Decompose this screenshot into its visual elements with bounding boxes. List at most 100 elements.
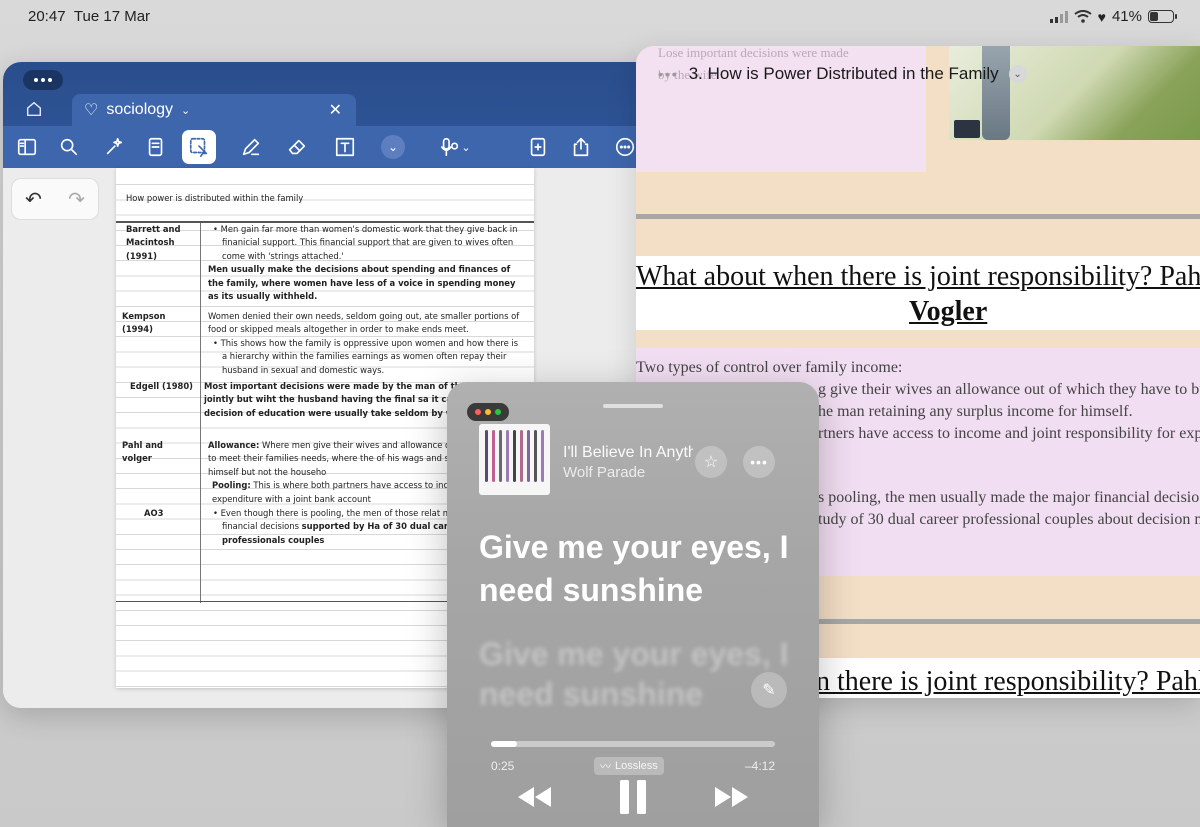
page-title: How power is distributed within the fami…	[126, 193, 304, 203]
chevron-down-icon: ⌄	[461, 141, 471, 154]
progress-fill	[491, 741, 517, 747]
clock-time: 20:47	[28, 8, 66, 25]
heading-text: What about when there is joint responsib…	[636, 261, 1200, 292]
heart-icon: ♥	[1097, 8, 1106, 25]
window-menu-icon[interactable]: •••	[658, 66, 679, 82]
note-label: Pooling:	[212, 480, 251, 491]
pen-tool-button[interactable]	[235, 132, 267, 162]
lossless-badge: 〰 Lossless	[594, 757, 664, 775]
music-player: I'll Believe In Anything Wolf Parade ☆ •…	[447, 382, 819, 827]
ai-assist-button[interactable]	[98, 132, 130, 162]
section-heading: n there is joint responsibility? Pahl	[816, 666, 1200, 697]
eraser-tool-button[interactable]	[281, 132, 313, 162]
window-controls[interactable]	[467, 403, 509, 421]
section-divider	[636, 214, 1200, 219]
pause-icon	[620, 780, 646, 814]
table-divider	[200, 223, 201, 603]
home-button[interactable]	[25, 100, 43, 123]
cellular-signal-icon	[1049, 10, 1068, 23]
tab-sociology[interactable]: ♡ sociology ⌄ ✕	[72, 94, 356, 126]
briefcase-icon	[954, 120, 980, 138]
clock-date: Tue 17 Mar	[73, 8, 151, 25]
text-box-icon	[335, 137, 355, 157]
favorite-button[interactable]: ☆	[695, 446, 727, 478]
previous-track-button[interactable]	[517, 782, 553, 812]
close-window-icon[interactable]	[475, 409, 481, 415]
article-paragraph: g give their wives an allowance out of w…	[818, 381, 1200, 398]
quality-label: Lossless	[615, 760, 658, 772]
header-image-figure	[982, 46, 1010, 140]
next-lyric[interactable]: Give me your eyes, I need sunshine	[479, 634, 799, 714]
text-tool-button[interactable]	[329, 132, 361, 162]
pause-button[interactable]	[613, 779, 653, 815]
voice-record-button[interactable]: ⌄	[433, 132, 477, 162]
heart-outline-icon: ♡	[84, 102, 99, 119]
lasso-icon	[189, 137, 208, 157]
chevron-down-icon[interactable]: ⌄	[1008, 65, 1027, 83]
more-tools-button[interactable]: ⌄	[381, 135, 405, 159]
note-line: This shows how the family is oppressive …	[208, 337, 524, 377]
progress-bar[interactable]	[491, 741, 775, 747]
artist-name[interactable]: Wolf Parade	[563, 464, 645, 481]
more-button[interactable]: •••	[743, 446, 775, 478]
wifi-icon	[1074, 10, 1092, 23]
article-title-bar[interactable]: ••• 3. How is Power Distributed in the F…	[658, 64, 1027, 84]
lasso-tool-button[interactable]	[182, 130, 216, 164]
window-menu-button[interactable]	[23, 70, 63, 90]
note-line: Women denied their own needs, seldom goi…	[208, 311, 520, 335]
drag-handle[interactable]	[603, 404, 663, 408]
note-label: Allowance:	[208, 440, 260, 450]
row-content: Men gain far more than women's domestic …	[208, 223, 524, 303]
next-track-button[interactable]	[713, 782, 749, 812]
microphone-sparkle-icon: ✎	[762, 682, 776, 699]
redo-icon[interactable]: ↷	[68, 187, 85, 212]
status-time: 20:47 Tue 17 Mar	[28, 8, 150, 25]
add-page-icon	[530, 137, 546, 157]
note-line: Men gain far more than women's domestic …	[208, 223, 524, 263]
current-lyric[interactable]: Give me your eyes, I need sunshine	[479, 526, 799, 612]
article-title: 3. How is Power Distributed in the Famil…	[688, 64, 999, 83]
lossless-icon: 〰	[600, 761, 611, 773]
note-line: Men usually make the decisions about spe…	[208, 264, 516, 302]
row-author: AO3	[144, 508, 164, 518]
row-author: Barrett and Macintosh (1991)	[126, 224, 181, 261]
undo-icon[interactable]: ↶	[25, 187, 42, 212]
row-author: Edgell (1980)	[130, 381, 194, 391]
album-art[interactable]	[479, 424, 550, 495]
share-button[interactable]	[565, 132, 597, 162]
notes-header: ♡ sociology ⌄ ✕ ⌄ ⌄	[3, 62, 653, 168]
sidebar-icon	[17, 138, 37, 156]
battery-icon	[1148, 10, 1177, 23]
template-button[interactable]	[140, 132, 172, 162]
eraser-icon	[288, 139, 306, 155]
sparkle-icon	[106, 137, 123, 155]
close-tab-icon[interactable]: ✕	[329, 100, 342, 120]
article-paragraph: he man retaining any surplus income for …	[818, 403, 1133, 420]
battery-percent: 41%	[1111, 8, 1142, 25]
notes-toolbar: ⌄ ⌄	[3, 126, 653, 168]
fullscreen-window-icon[interactable]	[495, 409, 501, 415]
chevron-down-icon: ⌄	[387, 140, 399, 154]
row-content: Women denied their own needs, seldom goi…	[208, 310, 524, 377]
article-paragraph: Two types of control over family income:	[636, 359, 903, 376]
ellipsis-circle-icon	[615, 137, 635, 157]
article-paragraph: s pooling, the men usually made the majo…	[818, 489, 1200, 506]
search-button[interactable]	[53, 132, 85, 162]
section-heading: What about when there is joint responsib…	[636, 260, 1200, 294]
pen-icon	[242, 138, 260, 156]
rewind-icon	[518, 787, 551, 807]
row-author: Kempson (1994)	[122, 311, 166, 335]
tab-label: sociology	[106, 101, 174, 118]
fast-forward-icon	[715, 787, 748, 807]
status-icons: ♥ 41%	[1049, 8, 1177, 25]
home-icon	[26, 101, 42, 117]
star-icon: ☆	[703, 454, 719, 471]
chevron-down-icon[interactable]: ⌄	[181, 104, 190, 117]
sing-mode-button[interactable]: ✎	[751, 672, 787, 708]
minimize-window-icon[interactable]	[485, 409, 491, 415]
sidebar-toggle-button[interactable]	[11, 132, 43, 162]
remaining-time: –4:12	[744, 759, 775, 773]
add-page-button[interactable]	[522, 132, 554, 162]
status-bar: 20:47 Tue 17 Mar ♥ 41%	[0, 0, 1200, 34]
elapsed-time: 0:25	[491, 759, 515, 773]
